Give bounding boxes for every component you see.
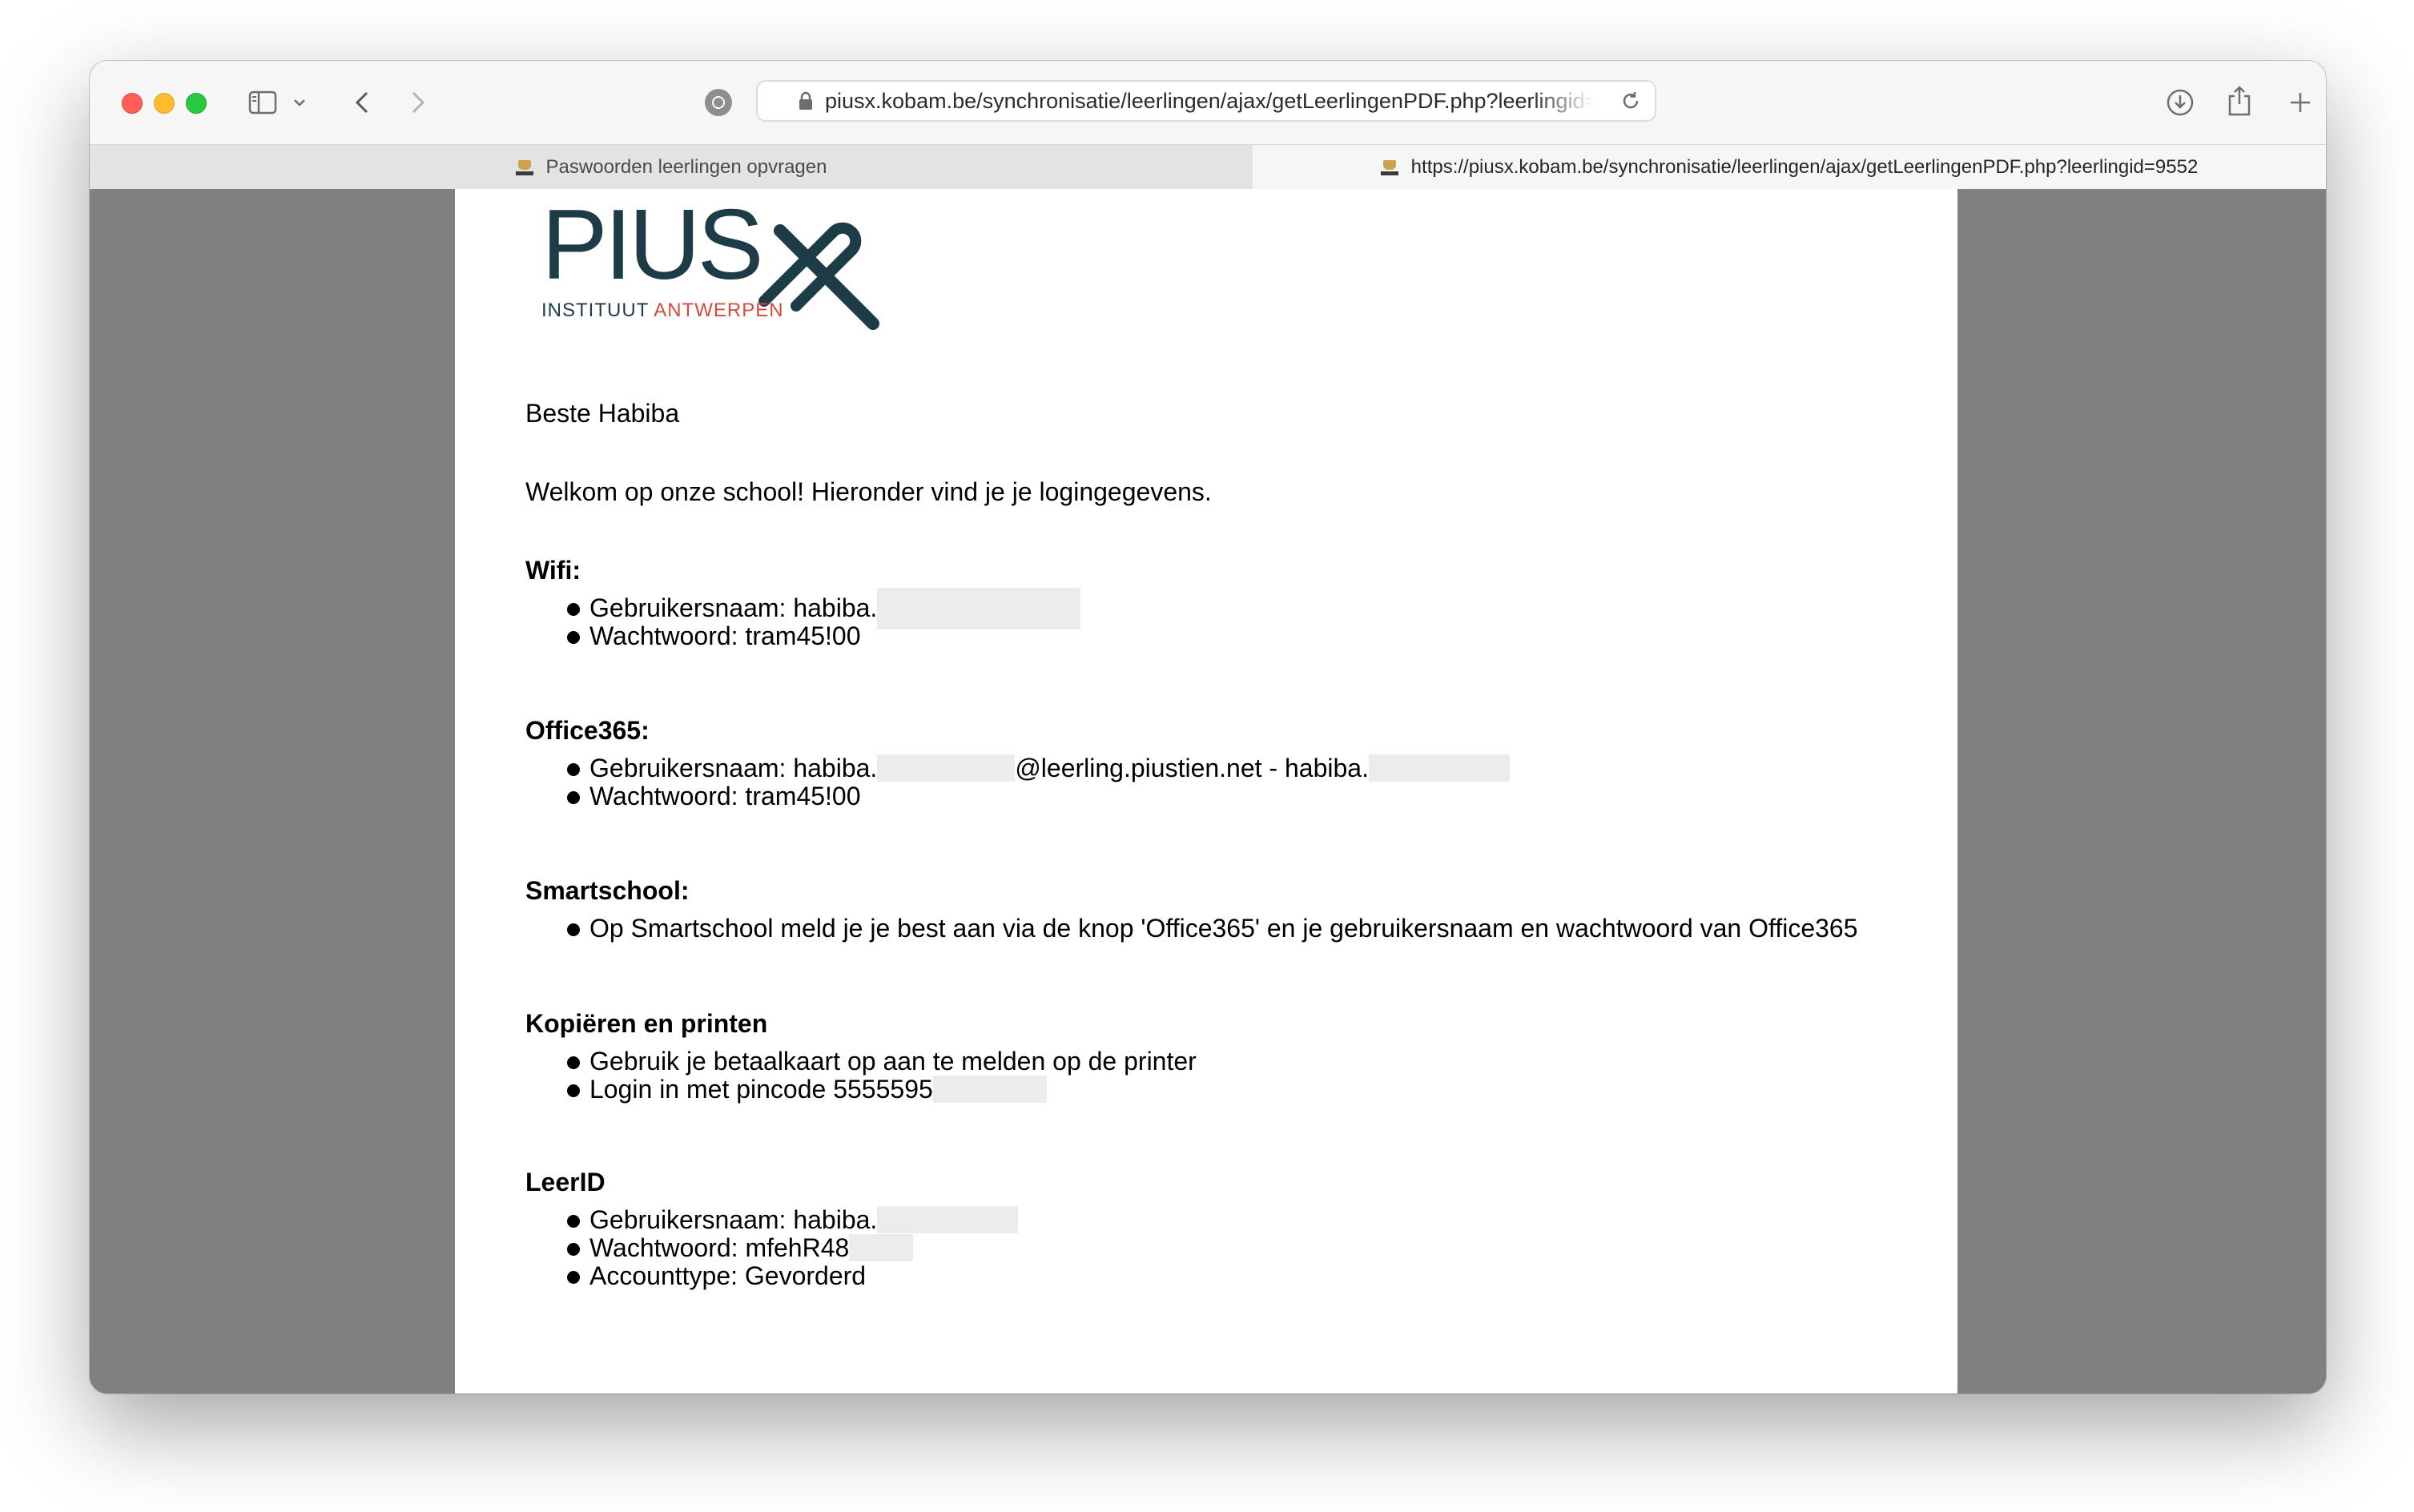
redaction-box [849, 1234, 914, 1261]
printing-list: Gebruik je betaalkaart op aan te melden … [567, 1048, 1197, 1104]
school-favicon-icon [1380, 159, 1398, 176]
smartschool-instruction: Op Smartschool meld je je best aan via d… [589, 914, 1858, 943]
redaction-box [932, 1076, 1047, 1103]
leerid-password: Wachtwoord: mfehR48 [589, 1233, 850, 1262]
office365-password: Wachtwoord: tram45!00 [589, 782, 861, 810]
browser-toolbar: piusx.kobam.be/synchronisatie/leerlingen… [90, 61, 2326, 144]
address-url[interactable]: piusx.kobam.be/synchronisatie/leerlingen… [825, 89, 1594, 114]
list-item: Gebruikersnaam: habiba. [567, 588, 1081, 629]
pdf-viewer: PIUS INSTITUUT ANTWERPEN Beste Habiba We… [90, 189, 2326, 1393]
privacy-report-icon[interactable] [705, 89, 732, 116]
back-icon[interactable] [346, 86, 378, 119]
intro-text: Welkom op onze school! Hieronder vind je… [525, 477, 1212, 506]
leerid-heading: LeerID [525, 1168, 606, 1196]
printing-instruction: Gebruik je betaalkaart op aan te melden … [589, 1047, 1197, 1076]
list-item: Wachtwoord: mfehR48 [567, 1234, 1018, 1262]
lock-icon [798, 90, 815, 111]
redaction-box [877, 1206, 1019, 1233]
list-item: Gebruik je betaalkaart op aan te melden … [567, 1048, 1197, 1076]
list-item: Wachtwoord: tram45!00 [567, 622, 1080, 650]
office365-username: Gebruikersnaam: habiba. [589, 754, 878, 782]
wifi-heading: Wifi: [525, 556, 581, 585]
sidebar-icon[interactable] [247, 86, 279, 119]
redaction-box [877, 754, 1016, 782]
zoom-window-button[interactable] [186, 93, 207, 114]
list-item: Wachtwoord: tram45!00 [567, 782, 1510, 810]
list-item: Login in met pincode 5555595 [567, 1076, 1197, 1104]
list-item: Accounttype: Gevorderd [567, 1262, 1018, 1290]
pdf-page: PIUS INSTITUUT ANTWERPEN Beste Habiba We… [455, 189, 1957, 1393]
wifi-password: Wachtwoord: tram45!00 [589, 621, 861, 650]
printing-heading: Kopiëren en printen [525, 1009, 768, 1038]
tab-title: https://piusx.kobam.be/synchronisatie/le… [1410, 155, 2199, 178]
logo-subtitle: INSTITUUT ANTWERPEN [541, 300, 784, 322]
list-item: Gebruikersnaam: habiba. [567, 1205, 1019, 1234]
list-item: Op Smartschool meld je je best aan via d… [567, 915, 1858, 943]
smartschool-heading: Smartschool: [525, 876, 690, 905]
list-item: Gebruikersnaam: habiba. @leerling.piustie… [567, 754, 1510, 782]
chevron-down-icon[interactable] [290, 93, 309, 112]
greeting: Beste Habiba [525, 399, 680, 428]
leerid-accounttype: Accounttype: Gevorderd [589, 1261, 867, 1290]
tab-title: Paswoorden leerlingen opvragen [545, 155, 827, 178]
logo-sub-a: INSTITUUT [541, 300, 654, 321]
pius-x-logo: PIUS INSTITUUT ANTWERPEN [541, 194, 894, 330]
redaction-box [1368, 754, 1510, 782]
printing-pincode: Login in met pincode 5555595 [589, 1075, 933, 1104]
tab-paswoorden[interactable]: Paswoorden leerlingen opvragen [90, 145, 1253, 189]
office365-heading: Office365: [525, 716, 650, 745]
wifi-username: Gebruikersnaam: habiba. [589, 593, 878, 622]
reload-icon[interactable] [1619, 90, 1642, 116]
tab-bar: Paswoorden leerlingen opvragen https://p… [90, 144, 2326, 189]
address-bar[interactable]: piusx.kobam.be/synchronisatie/leerlingen… [756, 80, 1656, 122]
new-tab-icon[interactable] [2284, 86, 2316, 119]
forward-icon[interactable] [402, 86, 434, 119]
leerid-list: Gebruikersnaam: habiba. Wachtwoord: mfeh… [567, 1205, 1019, 1290]
minimize-window-button[interactable] [154, 93, 175, 114]
tab-pdf[interactable]: https://piusx.kobam.be/synchronisatie/le… [1253, 145, 2326, 189]
office365-domain: @leerling.piustien.net - habiba. [1015, 754, 1369, 782]
office365-list: Gebruikersnaam: habiba. @leerling.piustie… [567, 754, 1510, 810]
wifi-list: Gebruikersnaam: habiba. Wachtwoord: tram… [567, 588, 1081, 650]
browser-window: piusx.kobam.be/synchronisatie/leerlingen… [90, 61, 2326, 1393]
logo-sub-b: ANTWERPEN [654, 300, 784, 321]
smartschool-list: Op Smartschool meld je je best aan via d… [567, 915, 1858, 943]
school-favicon-icon [515, 159, 533, 176]
download-icon[interactable] [2164, 86, 2196, 119]
logo-wordmark: PIUS [541, 190, 763, 300]
close-window-button[interactable] [122, 93, 143, 114]
leerid-username: Gebruikersnaam: habiba. [589, 1205, 878, 1234]
share-icon[interactable] [2223, 83, 2255, 119]
